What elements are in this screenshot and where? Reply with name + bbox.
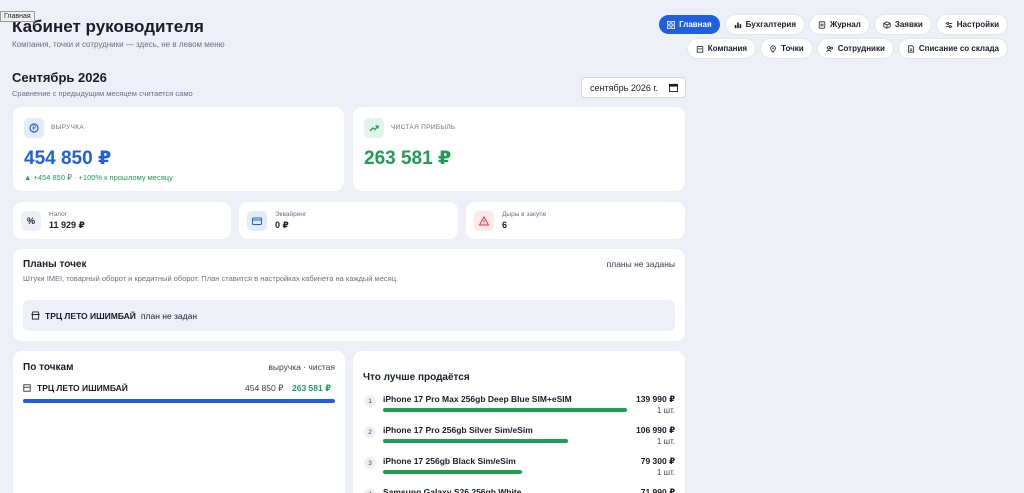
profit-icon-box <box>364 118 384 138</box>
page-subtitle: Компания, точки и сотрудники — здесь, не… <box>12 40 225 49</box>
best-seller-rank: 3 <box>364 457 376 469</box>
journal-icon <box>818 20 826 29</box>
plans-title: Планы точек <box>23 259 87 270</box>
warning-icon <box>479 216 489 226</box>
period-title: Сентябрь 2026 <box>12 70 107 85</box>
box-icon <box>883 20 891 29</box>
tooltip: Главная <box>0 11 35 22</box>
revenue-value: 454 850 ₽ <box>24 148 112 169</box>
plan-point-name: ТРЦ ЛЕТО ИШИМБАЙ <box>45 310 136 321</box>
by-points-profit: 263 581 ₽ <box>292 383 332 393</box>
purchase-gaps-label: Дыры в закупе <box>502 211 547 218</box>
purchase-gaps-icon-box <box>474 211 494 231</box>
tax-label: Налог <box>49 211 68 218</box>
building-icon <box>696 45 703 53</box>
nav-write-off-label: Списание со склада <box>918 44 999 53</box>
purchase-gaps-card: Дыры в закупе 6 <box>466 202 685 239</box>
acquiring-label: Эквайринг <box>275 211 307 218</box>
best-seller-qty: 1 шт. <box>656 468 675 477</box>
revenue-label: Выручка <box>51 124 84 131</box>
nav-accounting[interactable]: Бухгалтерия <box>725 15 804 34</box>
best-seller-price: 71 990 ₽ <box>640 487 675 493</box>
plans-description: Штуки IMEI, товарный оборот и кредитный … <box>23 274 399 283</box>
best-seller-price: 79 300 ₽ <box>640 456 675 466</box>
coin-icon: ₽ <box>29 123 39 133</box>
profit-value: 263 581 ₽ <box>364 148 452 169</box>
by-points-title: По точкам <box>23 362 74 373</box>
nav-employees-label: Сотрудники <box>837 44 885 53</box>
best-seller-qty: 1 шт. <box>656 437 675 446</box>
nav-settings-label: Настройки <box>956 20 999 29</box>
by-points-bar <box>23 399 335 403</box>
best-seller-name: iPhone 17 Pro Max 256gb Deep Blue SIM+eS… <box>383 394 572 404</box>
document-icon <box>908 44 914 53</box>
best-seller-rank: 1 <box>364 395 376 407</box>
acquiring-icon-box <box>247 211 267 231</box>
nav-row-secondary: Компания Точки Сотрудники Списание со ск… <box>687 39 1007 58</box>
nav-employees[interactable]: Сотрудники <box>817 39 893 58</box>
best-seller-name: Samsung Galaxy S26 256gb White <box>383 487 522 493</box>
profit-card: Чистая прибыль 263 581 ₽ <box>353 107 685 191</box>
point-icon <box>23 384 31 392</box>
best-seller-bar <box>383 439 568 443</box>
month-picker-value: сентябрь 2026 г. <box>590 82 659 93</box>
plans-status: планы не заданы <box>606 259 675 269</box>
by-points-revenue: 454 850 ₽ <box>245 383 284 393</box>
best-seller-rank: 2 <box>364 426 376 438</box>
nav-points-label: Точки <box>781 44 804 53</box>
purchase-gaps-value: 6 <box>502 220 508 230</box>
best-seller-price: 106 990 ₽ <box>635 425 675 435</box>
nav-settings[interactable]: Настройки <box>936 15 1007 34</box>
nav-requests[interactable]: Заявки <box>874 15 931 34</box>
best-seller-price: 139 990 ₽ <box>635 394 675 404</box>
acquiring-card: Эквайринг 0 ₽ <box>239 202 458 239</box>
nav-accounting-label: Бухгалтерия <box>745 20 796 29</box>
percent-icon: % <box>26 216 35 226</box>
by-points-point-name: ТРЦ ЛЕТО ИШИМБАЙ <box>37 383 128 393</box>
best-seller-qty: 1 шт. <box>656 406 675 415</box>
bar-chart-icon <box>734 22 741 28</box>
tax-icon-box: % <box>21 211 41 231</box>
card-icon <box>252 217 262 225</box>
plan-point-status: план не задан <box>140 310 198 321</box>
tax-card: % Налог 11 929 ₽ <box>13 202 231 239</box>
tax-value: 11 929 ₽ <box>49 220 85 230</box>
best-seller-bar <box>383 408 627 412</box>
by-points-legend: выручка · чистая <box>268 362 335 372</box>
grid-icon <box>667 20 676 29</box>
nav-row-primary: Главная Бухгалтерия Журнал Заявки Настро… <box>659 15 1007 34</box>
best-seller-name: iPhone 17 256gb Black Sim/eSim <box>383 456 516 466</box>
nav-write-off[interactable]: Списание со склада <box>898 39 1007 58</box>
nav-company-label: Компания <box>707 44 748 53</box>
by-points-bar-track <box>23 399 335 403</box>
best-sellers-title: Что лучше продаётся <box>363 372 470 383</box>
trend-up-icon <box>369 125 379 132</box>
nav-requests-label: Заявки <box>894 20 923 29</box>
best-seller-bar <box>383 470 522 474</box>
acquiring-value: 0 ₽ <box>275 220 289 230</box>
calendar-icon[interactable] <box>669 83 678 92</box>
nav-journal[interactable]: Журнал <box>809 15 869 34</box>
nav-journal-label: Журнал <box>829 20 861 29</box>
pin-icon <box>770 44 776 53</box>
revenue-delta: ▲ +454 850 ₽ · +100% к прошлому месяцу <box>24 173 173 182</box>
sliders-icon <box>945 21 952 28</box>
svg-text:₽: ₽ <box>32 125 36 132</box>
users-icon <box>825 45 833 52</box>
revenue-card: ₽ Выручка 454 850 ₽ ▲ +454 850 ₽ · +100%… <box>13 107 344 191</box>
month-picker-input[interactable]: сентябрь 2026 г. <box>581 77 686 98</box>
store-icon <box>31 311 40 320</box>
best-seller-name: iPhone 17 Pro 256gb Silver Sim/eSim <box>383 425 533 435</box>
revenue-icon-box: ₽ <box>24 118 44 138</box>
nav-company[interactable]: Компания <box>687 39 756 58</box>
nav-points[interactable]: Точки <box>761 39 812 58</box>
period-subtitle: Сравнение с предыдущим месяцем считается… <box>12 89 193 98</box>
plan-point-row[interactable]: ТРЦ ЛЕТО ИШИМБАЙ план не задан <box>23 300 675 331</box>
nav-home[interactable]: Главная <box>659 15 720 34</box>
page-title: Кабинет руководителя <box>12 17 204 36</box>
profit-label: Чистая прибыль <box>391 124 456 131</box>
nav-home-label: Главная <box>679 20 712 29</box>
best-seller-rank: 4 <box>364 488 376 493</box>
